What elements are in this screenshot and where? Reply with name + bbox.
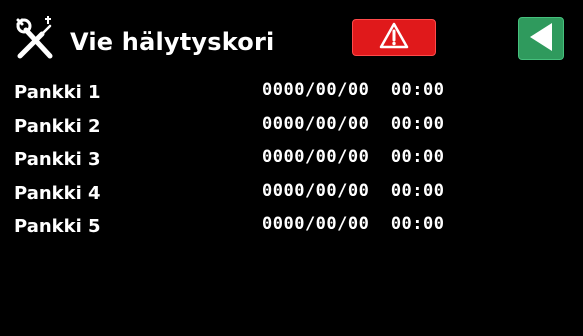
list-item[interactable]: Pankki 5 0000/00/00 00:00: [0, 212, 583, 246]
bank-timestamp: 0000/00/00 00:00: [262, 180, 445, 201]
bank-timestamp: 0000/00/00 00:00: [262, 147, 445, 167]
bank-list: Pankki 1 0000/00/00 00:00 Pankki 2 0000/…: [0, 78, 583, 246]
bank-timestamp: 0000/00/00 00:00: [262, 214, 445, 234]
bank-label: Pankki 2: [14, 115, 101, 137]
back-arrow-icon: [526, 21, 556, 57]
bank-label: Pankki 4: [14, 182, 101, 204]
list-item[interactable]: Pankki 4 0000/00/00 00:00: [0, 179, 583, 213]
bank-label: Pankki 1: [14, 82, 101, 103]
bank-label: Pankki 3: [14, 149, 101, 170]
back-button[interactable]: [518, 17, 564, 60]
alarm-button[interactable]: [352, 19, 436, 56]
bank-timestamp: 0000/00/00 00:00: [262, 80, 445, 100]
bank-timestamp: 0000/00/00 00:00: [262, 113, 445, 134]
list-item[interactable]: Pankki 1 0000/00/00 00:00: [0, 78, 583, 112]
page-title: Vie hälytyskori: [70, 28, 275, 56]
warning-icon: [379, 22, 409, 53]
list-item[interactable]: Pankki 2 0000/00/00 00:00: [0, 112, 583, 146]
tools-icon: [12, 14, 62, 62]
header-bar: Vie hälytyskori: [0, 0, 583, 70]
bank-label: Pankki 5: [14, 216, 101, 237]
list-item[interactable]: Pankki 3 0000/00/00 00:00: [0, 145, 583, 179]
